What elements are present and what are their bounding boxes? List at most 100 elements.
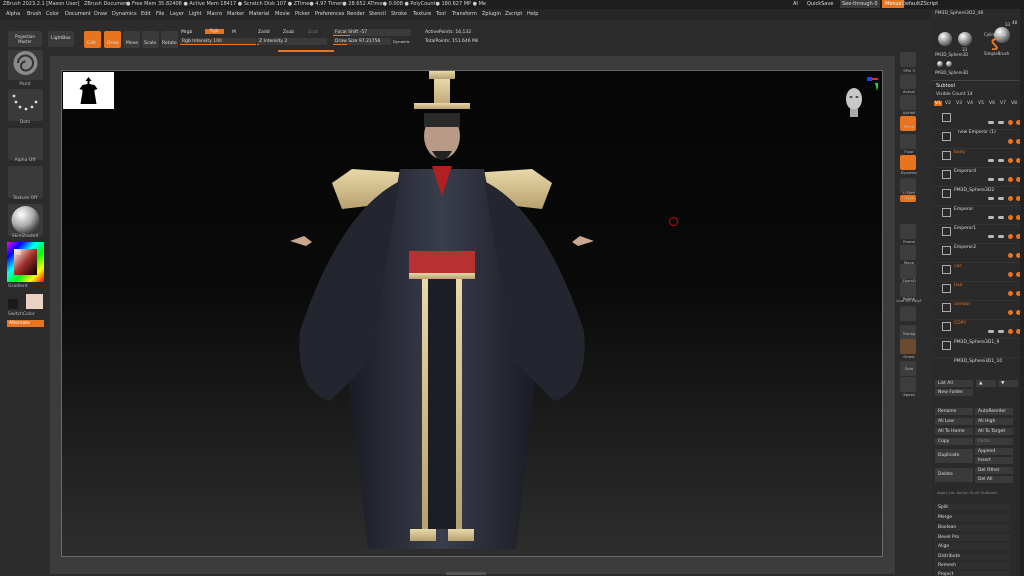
new-folder-button[interactable]: New Folder [935, 389, 973, 396]
rgb-toggle[interactable]: Rgb [205, 29, 224, 34]
menu-movie[interactable]: Movie [275, 11, 290, 17]
list-all-button[interactable]: List All [935, 380, 973, 387]
rename-button[interactable]: Rename [935, 408, 973, 415]
menu-color[interactable]: Color [46, 11, 59, 17]
project-menu[interactable]: Project [935, 571, 1011, 576]
canvas-scroll-handle[interactable] [446, 572, 486, 575]
subtool-row[interactable]: armour [934, 300, 1021, 320]
subtool-row[interactable]: hair [934, 281, 1021, 301]
tab-v8[interactable]: V8 [1011, 101, 1017, 106]
subtool-row[interactable]: PM3D_Sphere3D2 [934, 186, 1021, 206]
menu-brush[interactable]: Brush [27, 11, 41, 17]
arrow-down-button[interactable]: ▼ [998, 380, 1018, 387]
ghost-button[interactable] [900, 339, 916, 354]
tab-v4[interactable]: V4 [967, 101, 973, 106]
xpose-button[interactable] [900, 377, 916, 392]
tab-v3[interactable]: V3 [956, 101, 962, 106]
z-intensity-slider[interactable]: Z Intensity 2 [257, 38, 327, 45]
menu-zscript[interactable]: Zscript [505, 11, 522, 17]
menu-tool[interactable]: Tool [436, 11, 446, 17]
menus-button[interactable]: Menus [882, 0, 905, 8]
menu-light[interactable]: Light [189, 11, 201, 17]
tab-v6[interactable]: V6 [989, 101, 995, 106]
zsub-toggle[interactable]: Zsub [283, 30, 294, 35]
menu-transform[interactable]: Transform [452, 11, 477, 17]
visibility-toggle[interactable] [988, 121, 994, 124]
texture-thumbnail[interactable] [8, 166, 43, 198]
subtool-row[interactable]: Emperor4 [934, 167, 1021, 187]
gear-icon[interactable] [1008, 215, 1013, 220]
linefill-button[interactable] [900, 306, 916, 321]
navigation-gizmo[interactable] [838, 77, 879, 121]
menu-marker[interactable]: Marker [227, 11, 244, 17]
zadd-toggle[interactable]: Zadd [258, 30, 270, 35]
menu-dynamics[interactable]: Dynamics [112, 11, 137, 17]
arrow-up-button[interactable]: ▲ [976, 380, 996, 387]
edit-button[interactable]: Edit [84, 31, 101, 48]
gear-icon[interactable] [1008, 120, 1013, 125]
brush-thumbnail[interactable] [8, 50, 43, 80]
tool-item-2[interactable]: SimpleBrush [984, 51, 1009, 56]
menu-picker[interactable]: Picker [295, 11, 310, 17]
apply-loc-action[interactable]: Apply Loc Action To All Subtools [937, 490, 997, 495]
gear-icon[interactable] [1008, 253, 1013, 258]
align-menu[interactable]: Align [935, 543, 1011, 550]
menu-macro[interactable]: Macro [207, 11, 222, 17]
floor-button[interactable] [900, 134, 916, 149]
rotate-view-button[interactable] [900, 282, 916, 297]
gear-icon[interactable] [1008, 310, 1013, 315]
alpha-thumbnail[interactable] [8, 128, 43, 160]
dynamic-button[interactable] [900, 155, 916, 170]
main-color-swatch[interactable] [26, 294, 43, 309]
delete-button[interactable]: Delete [935, 468, 973, 482]
menu-alpha[interactable]: Alpha [6, 11, 20, 17]
draw-size-slider[interactable]: Draw Size 97.21756 [333, 38, 391, 45]
panel-scrollbar[interactable] [1020, 9, 1024, 576]
lightbox-button[interactable]: LightBox [48, 31, 74, 47]
subtool-row[interactable]: COPY [934, 319, 1021, 339]
dynamic-size-toggle[interactable]: Dynamic [393, 39, 410, 44]
autoreorder-button[interactable]: AutoReorder [975, 408, 1013, 415]
menu-preferences[interactable]: Preferences [315, 11, 344, 17]
gear-icon[interactable] [1008, 196, 1013, 201]
gear-icon[interactable] [1008, 329, 1013, 334]
all-to-home-button[interactable]: All To Home [935, 428, 973, 435]
menu-file[interactable]: File [156, 11, 164, 17]
stroke-thumbnail[interactable] [8, 89, 43, 121]
subtool-row[interactable]: Emperor [934, 205, 1021, 225]
focal-shift-slider[interactable]: Focal Shift -57 [333, 29, 411, 36]
tab-v2[interactable]: V2 [945, 101, 951, 106]
menu-material[interactable]: Material [249, 11, 269, 17]
gear-icon[interactable] [1008, 158, 1013, 163]
aahalf-button[interactable] [900, 95, 916, 110]
move-button[interactable]: Move [123, 31, 140, 48]
gear-icon[interactable] [1008, 177, 1013, 182]
insert-button[interactable]: Insert [975, 457, 1013, 464]
bevel-pro-menu[interactable]: Bevel Pro [935, 534, 1011, 541]
all-high-button[interactable]: All High [975, 418, 1013, 425]
menu-edit[interactable]: Edit [141, 11, 151, 17]
gear-icon[interactable] [1008, 139, 1013, 144]
projection-master-button[interactable]: Projection Master [8, 31, 42, 47]
quicksave-button[interactable]: QuickSave [807, 0, 833, 8]
duplicate-button[interactable]: Duplicate [935, 449, 973, 463]
all-to-target-button[interactable]: All To Target [975, 428, 1013, 435]
menu-help[interactable]: Help [527, 11, 538, 17]
small-spheres-thumbnail[interactable] [935, 60, 959, 68]
simplebrush-icon[interactable] [990, 38, 1002, 51]
actual-button[interactable] [900, 74, 916, 89]
menu-render[interactable]: Render [347, 11, 365, 17]
tab-v1[interactable]: V1 [934, 101, 942, 106]
see-through-slider[interactable]: See-through 0 [840, 0, 880, 8]
gear-icon[interactable] [1008, 234, 1013, 239]
boolean-menu[interactable]: Boolean [935, 524, 1011, 531]
rgb-intensity-slider[interactable]: Rgb Intensity 100 [180, 38, 256, 45]
subtool-row[interactable]: new Emperor (1) [934, 129, 1021, 149]
move-view-button[interactable] [900, 245, 916, 260]
zoomd-button[interactable] [900, 264, 916, 279]
document-canvas[interactable] [61, 70, 883, 557]
zcut-toggle[interactable]: Zcut [308, 30, 318, 35]
frame-button[interactable] [900, 224, 916, 239]
material-thumbnail[interactable] [8, 204, 43, 236]
paste-button[interactable]: Paste [975, 438, 1013, 445]
